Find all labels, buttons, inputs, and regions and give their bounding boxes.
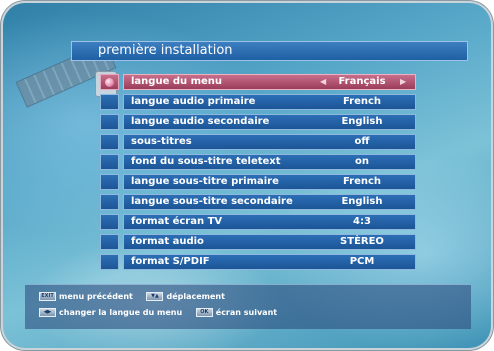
setting-value: PCM <box>349 256 375 267</box>
row-marker <box>100 234 119 250</box>
setting-label: langue sous-titre secondaire <box>131 196 293 207</box>
setting-label: fond du sous-titre teletext <box>131 156 281 167</box>
tv-screen: première installation langue du menu ◀ F… <box>3 3 491 348</box>
help-line-1: EXIT menu précédent ▼▲ déplacement <box>39 290 225 304</box>
setting-format-ecran-tv[interactable]: format écran TV 4:3 <box>123 214 416 230</box>
up-down-key-icon: ▼▲ <box>146 292 164 301</box>
help-line-2: ◀▶ changer la langue du menu OK écran suiv… <box>39 306 277 320</box>
setting-format-audio[interactable]: format audio STÈREO <box>123 234 416 250</box>
row-marker <box>100 254 119 270</box>
row-marker <box>100 194 119 210</box>
navigate-hint: déplacement <box>166 292 225 301</box>
setting-value: French <box>342 176 382 187</box>
change-language-hint: changer la langue du menu <box>59 308 183 317</box>
setting-label: langue audio primaire <box>131 96 256 107</box>
setting-langue-audio-secondaire[interactable]: langue audio secondaire English <box>123 114 416 130</box>
setting-value: French <box>342 96 382 107</box>
row-marker <box>100 134 119 150</box>
setting-value: English <box>341 116 383 127</box>
setting-langue-sous-titre-primaire[interactable]: langue sous-titre primaire French <box>123 174 416 190</box>
row-marker <box>100 214 119 230</box>
row-marker <box>100 94 119 110</box>
setting-value: 4:3 <box>353 216 371 227</box>
row-marker <box>100 74 119 90</box>
setting-langue-audio-primaire[interactable]: langue audio primaire French <box>123 94 416 110</box>
setting-label: sous-titres <box>131 136 192 147</box>
setting-label: format audio <box>131 236 204 247</box>
setting-label: langue du menu <box>131 76 223 87</box>
row-marker <box>100 154 119 170</box>
setting-label: format écran TV <box>131 216 223 227</box>
setting-value: English <box>341 196 383 207</box>
left-right-key-icon: ◀▶ <box>39 308 56 317</box>
setting-value: off <box>354 136 370 147</box>
setting-langue-du-menu[interactable]: langue du menu ◀ Français ▶ <box>123 74 416 90</box>
selected-bullet-icon <box>105 78 114 87</box>
setting-label: langue sous-titre primaire <box>131 176 279 187</box>
ok-key-icon: OK <box>195 308 213 317</box>
setting-label: langue audio secondaire <box>131 116 270 127</box>
setting-format-spdif[interactable]: format S/PDIF PCM <box>123 254 416 270</box>
setting-label: format S/PDIF <box>131 256 210 267</box>
setting-value: STÈREO <box>340 236 384 247</box>
arrow-right-icon[interactable]: ▶ <box>400 75 406 89</box>
setting-value: Français <box>338 76 386 87</box>
setting-fond-sous-titre-teletext[interactable]: fond du sous-titre teletext on <box>123 154 416 170</box>
help-bar: EXIT menu précédent ▼▲ déplacement ◀▶ chang… <box>25 284 471 329</box>
setting-sous-titres[interactable]: sous-titres off <box>123 134 416 150</box>
setting-langue-sous-titre-secondaire[interactable]: langue sous-titre secondaire English <box>123 194 416 210</box>
page-title: première installation <box>71 41 468 61</box>
row-marker <box>100 114 119 130</box>
row-marker <box>100 174 119 190</box>
next-screen-hint: écran suivant <box>215 308 278 317</box>
exit-key-icon: EXIT <box>39 292 56 301</box>
setting-value: on <box>355 156 369 167</box>
exit-hint: menu précédent <box>59 292 133 301</box>
